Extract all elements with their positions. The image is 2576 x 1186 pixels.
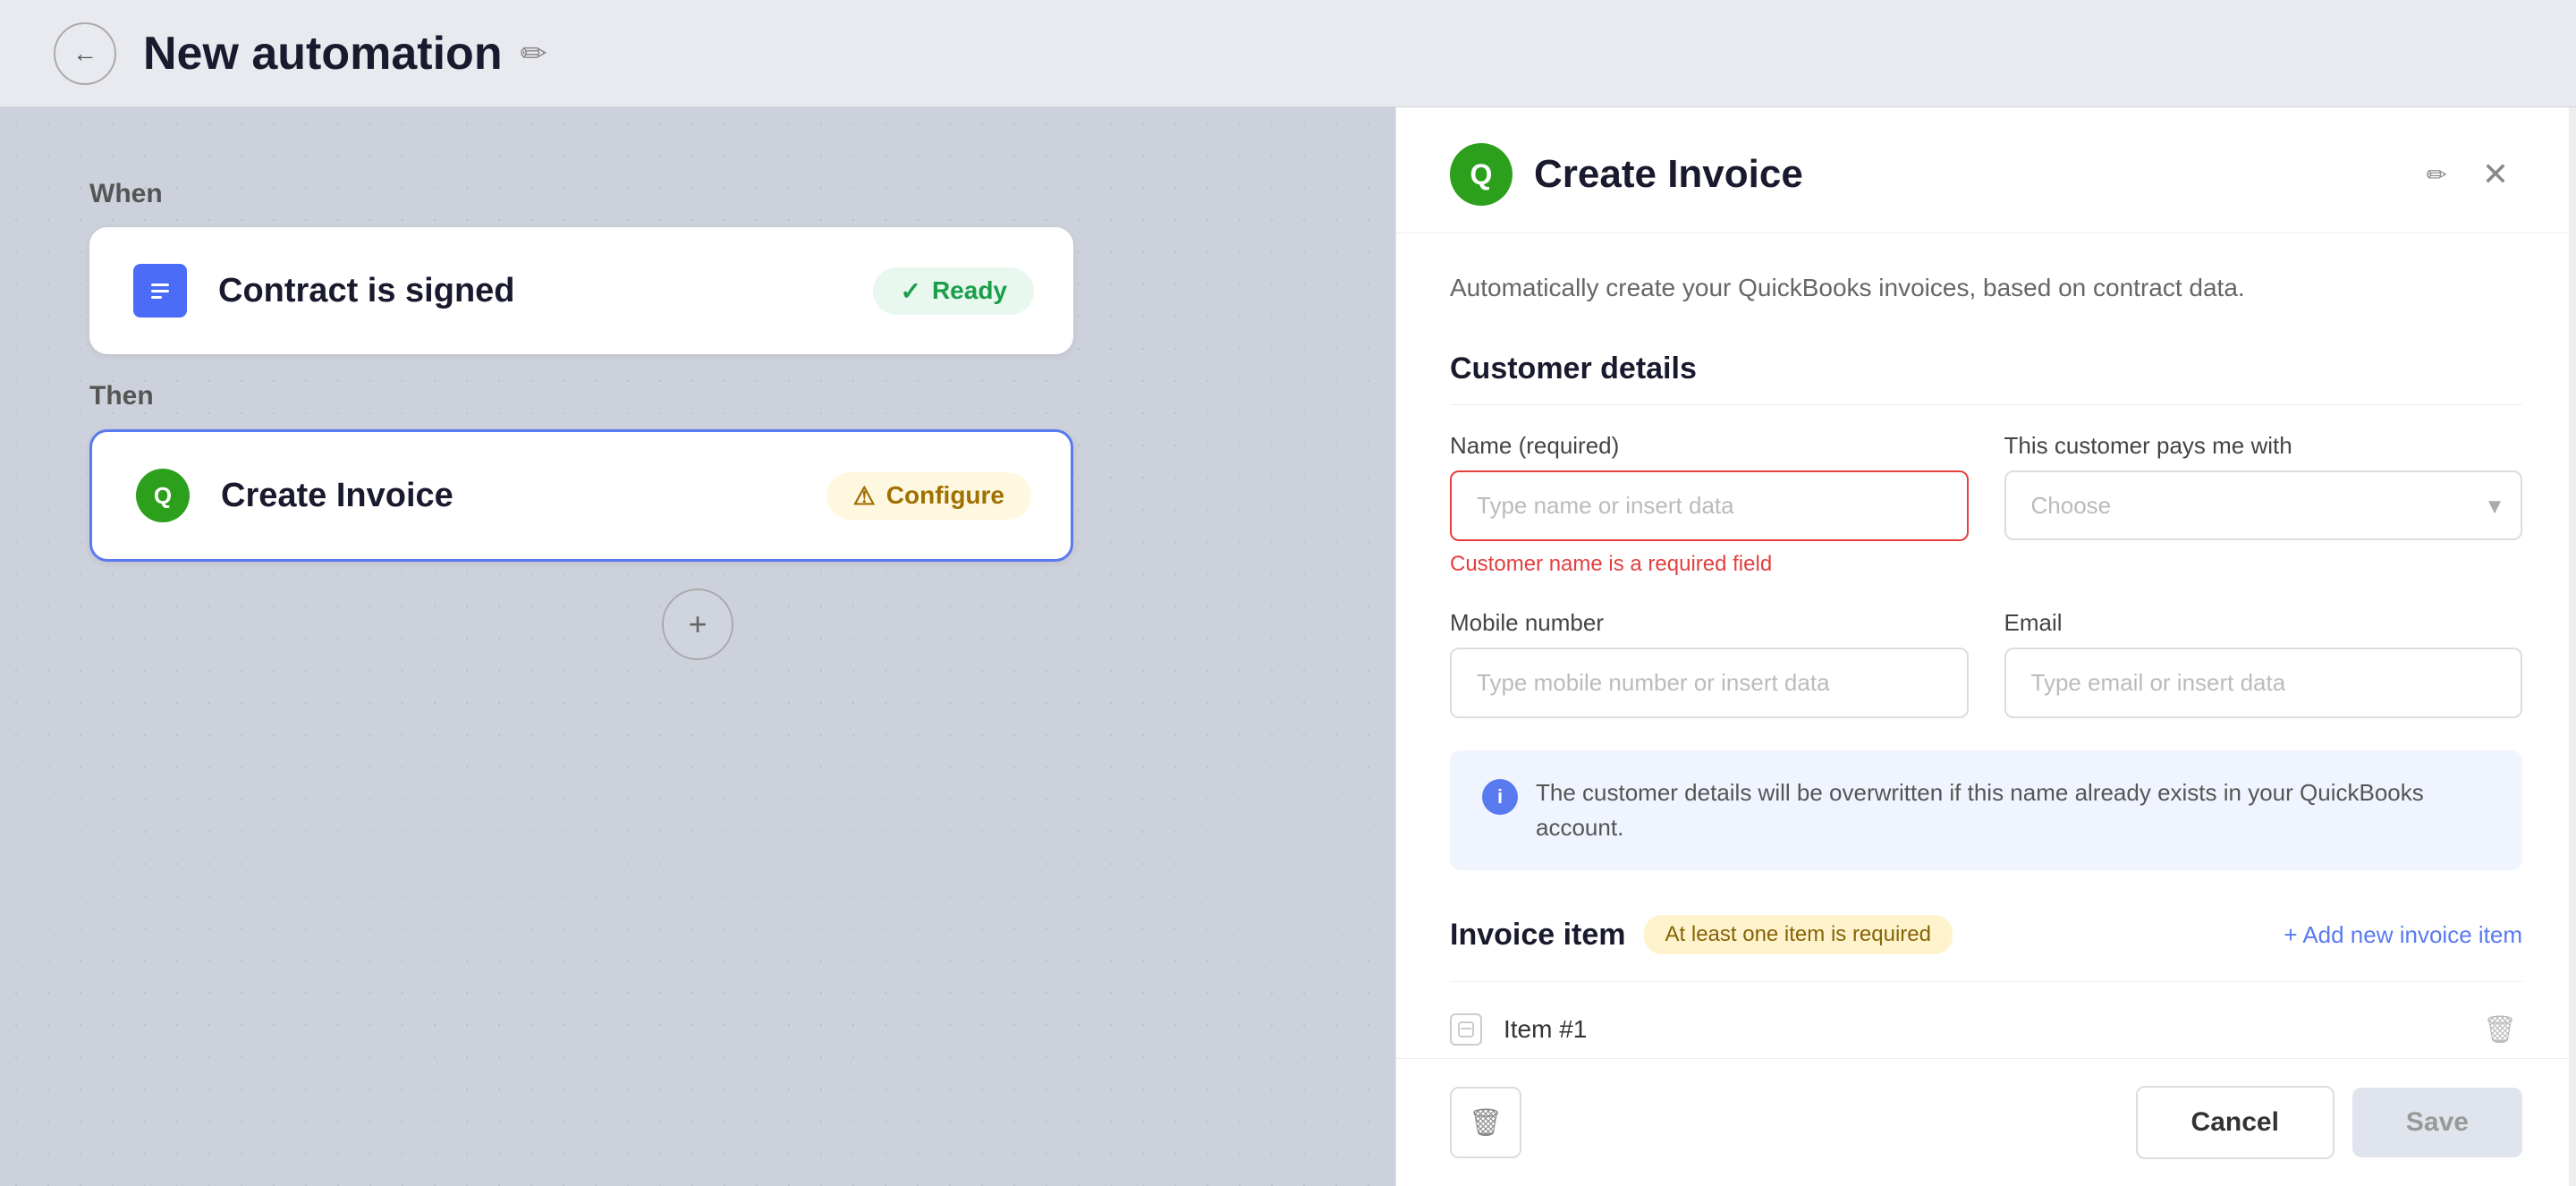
info-text: The customer details will be overwritten… — [1536, 775, 2490, 845]
mobile-label: Mobile number — [1450, 609, 1969, 637]
email-input[interactable] — [2004, 648, 2523, 718]
mobile-field-group: Mobile number — [1450, 609, 1969, 718]
add-step-button[interactable]: + — [662, 589, 733, 660]
name-label: Name (required) — [1450, 432, 1969, 460]
action-card-title: Create Invoice — [221, 477, 800, 515]
ready-check-icon: ✓ — [900, 276, 920, 306]
save-button[interactable]: Save — [2352, 1088, 2522, 1157]
name-input[interactable] — [1450, 470, 1969, 541]
item-delete-icon[interactable]: 🗑 — [2478, 1007, 2522, 1052]
required-badge: At least one item is required — [1644, 915, 1953, 954]
close-button[interactable]: ✕ — [2469, 148, 2522, 201]
trigger-card[interactable]: Contract is signed ✓ Ready — [89, 227, 1073, 354]
quickbooks-logo: Q — [1450, 143, 1513, 206]
panel-header: Q Create Invoice ✏ ✕ — [1396, 107, 2576, 233]
name-payment-row: Name (required) Customer name is a requi… — [1450, 432, 2522, 577]
delete-button[interactable]: 🗑 — [1450, 1087, 1521, 1158]
then-label: Then — [89, 381, 1306, 411]
payment-field-group: This customer pays me with Choose — [2004, 432, 2523, 577]
action-card[interactable]: Q Create Invoice ⚠ Configure — [89, 429, 1073, 562]
payment-label: This customer pays me with — [2004, 432, 2523, 460]
configure-warning-icon: ⚠ — [853, 481, 876, 511]
email-field-group: Email — [2004, 609, 2523, 718]
info-box: i The customer details will be overwritt… — [1450, 750, 2522, 870]
document-icon — [129, 259, 191, 322]
top-bar: ← New automation ✏ — [0, 0, 2576, 107]
name-field-group: Name (required) Customer name is a requi… — [1450, 432, 1969, 577]
payment-select[interactable]: Choose — [2004, 470, 2523, 540]
flow-canvas: When Contract is signed ✓ Ready Then — [0, 107, 1395, 1186]
panel-title: Create Invoice — [1534, 152, 2405, 197]
right-panel: Q Create Invoice ✏ ✕ Automatically creat… — [1395, 107, 2576, 1186]
when-label: When — [89, 179, 1306, 209]
email-label: Email — [2004, 609, 2523, 637]
title-edit-icon[interactable]: ✏ — [521, 35, 547, 72]
mobile-input[interactable] — [1450, 648, 1969, 718]
panel-description: Automatically create your QuickBooks inv… — [1450, 269, 2522, 307]
invoice-item-row: Item #1 🗑 — [1450, 981, 2522, 1058]
add-invoice-item-button[interactable]: + Add new invoice item — [2284, 921, 2522, 949]
payment-select-wrapper: Choose — [2004, 470, 2523, 540]
invoice-section-title: Invoice item — [1450, 918, 1626, 953]
panel-body: Automatically create your QuickBooks inv… — [1396, 233, 2576, 1058]
ready-status-badge: ✓ Ready — [873, 267, 1034, 315]
back-button[interactable]: ← — [54, 22, 116, 85]
page-title: New automation — [143, 27, 503, 80]
customer-section-title: Customer details — [1450, 352, 2522, 405]
item-checkbox — [1450, 1013, 1482, 1046]
panel-edit-icon[interactable]: ✏ — [2427, 160, 2447, 190]
configure-status-badge: ⚠ Configure — [826, 472, 1031, 520]
item-number: Item #1 — [1504, 1015, 2456, 1044]
panel-footer: 🗑 Cancel Save — [1396, 1058, 2576, 1186]
mobile-email-row: Mobile number Email — [1450, 609, 2522, 718]
info-icon: i — [1482, 779, 1518, 815]
main-area: When Contract is signed ✓ Ready Then — [0, 107, 2576, 1186]
name-error-text: Customer name is a required field — [1450, 552, 1969, 577]
quickbooks-small-icon: Q — [131, 464, 194, 527]
invoice-item-header: Invoice item At least one item is requir… — [1450, 915, 2522, 954]
trigger-card-title: Contract is signed — [218, 272, 846, 310]
cancel-button[interactable]: Cancel — [2136, 1086, 2334, 1159]
